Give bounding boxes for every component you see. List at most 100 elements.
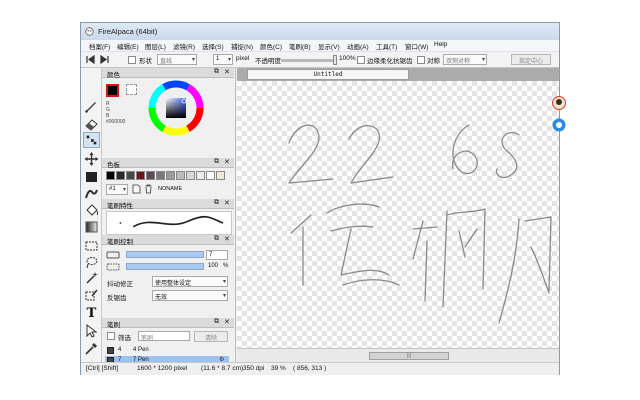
panel-float-icon[interactable]: ⧉ [214,235,219,243]
palette-swatch[interactable] [206,171,215,180]
brush-opacity-unit: % [223,263,229,269]
palette-panel-header[interactable]: 色板 ⧉ ✕ [102,158,234,169]
title-bar[interactable]: FireAlpaca (64bit) [81,23,559,40]
next-frame-icon[interactable] [98,54,110,65]
brush-tool-icon[interactable] [83,98,100,114]
opacity-slider-thumb[interactable] [333,55,337,65]
text-tool-icon[interactable]: T [83,306,100,322]
select-pen-tool-icon[interactable] [83,287,100,303]
antialias-checkbox[interactable] [357,56,365,64]
palette-swatch[interactable] [156,171,165,180]
shape-select[interactable]: 直线 [157,54,197,65]
background-color-swatch[interactable] [126,84,137,95]
menu-snap[interactable]: 捕捉(N) [231,41,253,51]
panel-close-icon[interactable]: ✕ [224,68,230,76]
eraser-tool-icon[interactable] [83,116,100,132]
brush-filter-input[interactable]: 笔刷 [138,331,190,342]
operation-tool-icon[interactable] [83,323,100,339]
menu-filter[interactable]: 滤镜(R) [173,41,195,51]
delete-palette-icon[interactable] [144,184,153,194]
move-tool-icon[interactable] [83,151,100,167]
brush-list-item[interactable]: 4 4 Pen [105,346,229,356]
palette-select[interactable]: #1 [106,184,128,195]
lasso-tool-icon[interactable] [83,254,100,270]
brush-filter-checkbox[interactable] [107,332,115,340]
set-center-button[interactable]: 指定中心 [511,54,551,65]
menu-window[interactable]: 窗口(W) [405,41,428,51]
previous-frame-icon[interactable] [85,54,97,65]
menu-color[interactable]: 颜色(C) [260,41,282,51]
foreground-color-swatch[interactable] [106,84,119,97]
eyedropper-tool-icon[interactable] [83,340,100,356]
palette-swatch[interactable] [116,171,125,180]
resolution-status: 350 dpi [243,365,265,372]
color-panel-header[interactable]: 颜色 ⧉ ✕ [102,68,234,79]
drawing-canvas[interactable] [237,81,559,348]
opacity-label: 不透明度 [255,58,281,65]
floating-avatar-icon[interactable] [552,96,566,110]
symmetry-label: 对称 [427,58,440,65]
palette-swatch[interactable] [146,171,155,180]
floating-chat-icon[interactable] [552,118,566,132]
shape-checkbox[interactable] [128,56,136,64]
palette-swatch[interactable] [196,171,205,180]
tool-strip: T [81,68,102,362]
brush-size-select[interactable]: 1 [213,54,233,65]
document-tab[interactable]: Untitled [247,69,409,80]
brush-opacity-value: 100 [208,263,219,269]
symmetry-select[interactable]: 双侧对称 [443,54,487,65]
symmetry-checkbox[interactable] [417,56,425,64]
brush-stroke-panel-header[interactable]: 笔刷特性 ⧉ ✕ [102,199,234,210]
gradient-tool-icon[interactable] [83,219,100,235]
panel-float-icon[interactable]: ⧉ [214,158,219,166]
panel-float-icon[interactable]: ⧉ [214,199,219,207]
menu-view[interactable]: 显示(V) [318,41,340,51]
brush-antialias-label: 反锯齿 [107,295,127,302]
horizontal-scrollbar-thumb[interactable]: ||| [369,352,449,360]
panel-float-icon[interactable]: ⧉ [214,318,219,326]
panel-close-icon[interactable]: ✕ [224,318,230,326]
brush-control-panel-header[interactable]: 笔刷控制 ⧉ ✕ [102,235,234,246]
fill-color-tool-icon[interactable] [83,169,100,185]
palette-swatch[interactable] [216,171,225,180]
zoom-status: 39 % [271,365,286,372]
color-wheel[interactable] [148,80,204,136]
palette-swatch[interactable] [166,171,175,180]
hex-color-value[interactable]: #000000 [106,119,125,125]
brush-filter-clear-button[interactable]: 清除 [194,331,228,342]
palette-swatch[interactable] [176,171,185,180]
select-rect-tool-icon[interactable] [83,238,100,254]
opacity-slider[interactable] [281,59,335,62]
menu-animation[interactable]: 动画(A) [347,41,369,51]
stabilizer-select[interactable]: 使用整体设定 [152,276,228,287]
brush-opacity-bar[interactable] [126,263,204,270]
palette-swatch[interactable] [126,171,135,180]
palette-swatch[interactable] [106,171,115,180]
menu-select[interactable]: 选择(S) [202,41,224,51]
app-window: FireAlpaca (64bit) 档案(F) 编辑(E) 图层(L) 滤镜(… [80,22,560,375]
new-palette-icon[interactable] [132,184,141,194]
horizontal-scrollbar[interactable]: ||| [237,348,559,362]
menu-help[interactable]: Help [434,41,447,48]
brush-antialias-select[interactable]: 无效 [152,290,228,301]
dot-tool-icon[interactable] [83,132,100,148]
panel-close-icon[interactable]: ✕ [224,235,230,243]
menu-layer[interactable]: 图层(L) [145,41,166,51]
menu-tools[interactable]: 工具(T) [376,41,397,51]
blur-tool-icon[interactable] [83,186,100,202]
palette-swatch[interactable] [136,171,145,180]
palette-swatch[interactable] [186,171,195,180]
magic-wand-tool-icon[interactable] [83,270,100,286]
menu-file[interactable]: 档案(F) [89,41,110,51]
brush-list-panel-header[interactable]: 笔刷 ⧉ ✕ [102,318,234,329]
panel-float-icon[interactable]: ⧉ [214,68,219,76]
brush-size-bar[interactable] [126,251,204,258]
menu-edit[interactable]: 编辑(E) [117,41,139,51]
panel-close-icon[interactable]: ✕ [224,199,230,207]
stabilizer-label: 抖动修正 [107,281,133,288]
panel-close-icon[interactable]: ✕ [224,158,230,166]
bucket-tool-icon[interactable] [83,202,100,218]
menu-brush[interactable]: 笔刷(B) [289,41,311,51]
canvas-area: Untitled ||| [237,68,559,362]
brush-size-input[interactable]: 7 [206,250,228,260]
